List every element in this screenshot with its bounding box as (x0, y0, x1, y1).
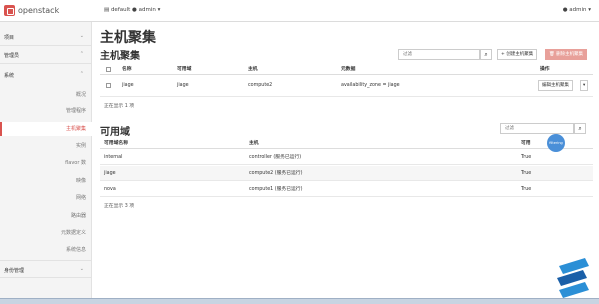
sidebar-item-host-aggregates[interactable]: 主机聚集 (0, 122, 92, 136)
table-row: nova compute1 (服务已运行) True (100, 182, 593, 197)
zones-table: 可用域名称 主机 可用 internal controller (服务已运行) … (100, 138, 593, 198)
sidebar-item-system-info[interactable]: 系统信息 (0, 243, 92, 257)
chevron-up-icon: ⌃ (79, 51, 84, 57)
sidebar: 项目 ⌄ 管理员 ⌃ 系统 ⌃ 概况 管理程序 主机聚集 实例 flavor 数… (0, 22, 92, 298)
zones-filter-input[interactable] (500, 123, 574, 134)
page-title: 主机聚集 (100, 30, 156, 46)
user-menu[interactable]: ● admin ▾ (563, 7, 591, 13)
aggregates-section-title: 主机聚集 (100, 51, 140, 62)
sidebar-item-flavors[interactable]: flavor 数 (0, 156, 92, 170)
table-header: 名称 可用域 主机 元数据 操作 (100, 64, 593, 75)
logo-text[interactable]: openstack (18, 6, 59, 15)
zones-count: 正在显示 3 项 (104, 204, 135, 209)
sidebar-item-images[interactable]: 映像 (0, 174, 92, 188)
column-header[interactable]: 主机 (248, 64, 258, 75)
zone-hosts: compute1 (服务已运行) (249, 187, 303, 192)
zone-name: internal (104, 155, 123, 160)
table-row: jiage compute2 (服务已运行) True (100, 166, 593, 181)
os-taskbar (0, 298, 599, 304)
row-checkbox[interactable] (106, 83, 111, 88)
sidebar-section-identity[interactable]: 身份管理 ⌄ (0, 260, 92, 278)
sidebar-section-label: 项目 (4, 35, 15, 41)
sidebar-section-label: 身份管理 (4, 268, 25, 274)
row-actions-dropdown[interactable]: ▾ (580, 80, 589, 91)
sidebar-item-metadata-definitions[interactable]: 元数据定义 (0, 226, 92, 240)
table-row: internal controller (服务已运行) True (100, 150, 593, 165)
table-header: 可用域名称 主机 可用 (100, 138, 593, 149)
zone-available: True (521, 155, 532, 160)
project-switcher[interactable]: ▤ default ● admin ▾ (104, 7, 160, 13)
column-header[interactable]: 元数据 (341, 64, 355, 75)
chevron-up-icon: ⌃ (79, 71, 84, 77)
zone-name: jiage (104, 171, 116, 176)
sidebar-section-project[interactable]: 项目 ⌄ (0, 28, 92, 46)
sidebar-section-admin[interactable]: 管理员 ⌃ (0, 46, 92, 64)
column-header[interactable]: 可用域 (177, 64, 191, 75)
sidebar-section-system[interactable]: 系统 ⌃ (0, 66, 92, 84)
aggregate-metadata: availability_zone = jiage (341, 83, 400, 88)
column-header: 操作 (540, 67, 550, 72)
aggregates-table: 名称 可用域 主机 元数据 操作 jiage jiage compute2 av… (100, 64, 593, 100)
chevron-down-icon: ⌄ (79, 33, 84, 39)
column-header[interactable]: 可用 (521, 138, 531, 149)
sidebar-item-hypervisors[interactable]: 管理程序 (0, 104, 92, 118)
sidebar-section-label: 管理员 (4, 53, 20, 59)
zone-hosts: compute2 (服务已运行) (249, 171, 303, 176)
sidebar-section-label: 系统 (4, 73, 15, 79)
sidebar-item-instances[interactable]: 实例 (0, 139, 92, 153)
edit-aggregate-button[interactable]: 编辑主机聚集 (538, 80, 573, 91)
watermark-logo-icon (557, 258, 589, 298)
zones-section-title: 可用域 (100, 127, 130, 138)
aggregates-filter-input[interactable] (398, 49, 480, 60)
openstack-logo-icon[interactable] (4, 5, 15, 16)
select-all-checkbox[interactable] (106, 67, 111, 72)
chevron-down-icon: ⌄ (79, 266, 84, 272)
main-content: 主机聚集 主机聚集 ⌕ + 创建主机聚集 🗑 删除主机聚集 名称 可用域 主机 … (92, 22, 599, 298)
table-row: jiage jiage compute2 availability_zone =… (100, 75, 593, 97)
top-navbar: openstack ▤ default ● admin ▾ ● admin ▾ (0, 0, 599, 22)
zone-available: True (521, 171, 532, 176)
column-header[interactable]: 名称 (122, 64, 132, 75)
sidebar-item-overview[interactable]: 概况 (0, 88, 92, 102)
sidebar-item-networks[interactable]: 网络 (0, 191, 92, 205)
click-indicator-badge: filtering (547, 134, 565, 152)
aggregate-name: jiage (122, 83, 134, 88)
aggregates-count: 正在显示 1 项 (104, 104, 135, 109)
delete-aggregate-button[interactable]: 🗑 删除主机聚集 (545, 49, 588, 60)
aggregate-zone: jiage (177, 83, 189, 88)
column-header[interactable]: 主机 (249, 138, 259, 149)
zone-hosts: controller (服务已运行) (249, 155, 302, 160)
column-header[interactable]: 可用域名称 (104, 138, 128, 149)
sidebar-item-routers[interactable]: 路由器 (0, 209, 92, 223)
zone-name: nova (104, 187, 116, 192)
search-icon[interactable]: ⌕ (574, 123, 586, 134)
create-aggregate-button[interactable]: + 创建主机聚集 (497, 49, 538, 60)
aggregate-hosts: compute2 (248, 83, 273, 88)
search-icon[interactable]: ⌕ (480, 49, 492, 60)
zone-available: True (521, 187, 532, 192)
